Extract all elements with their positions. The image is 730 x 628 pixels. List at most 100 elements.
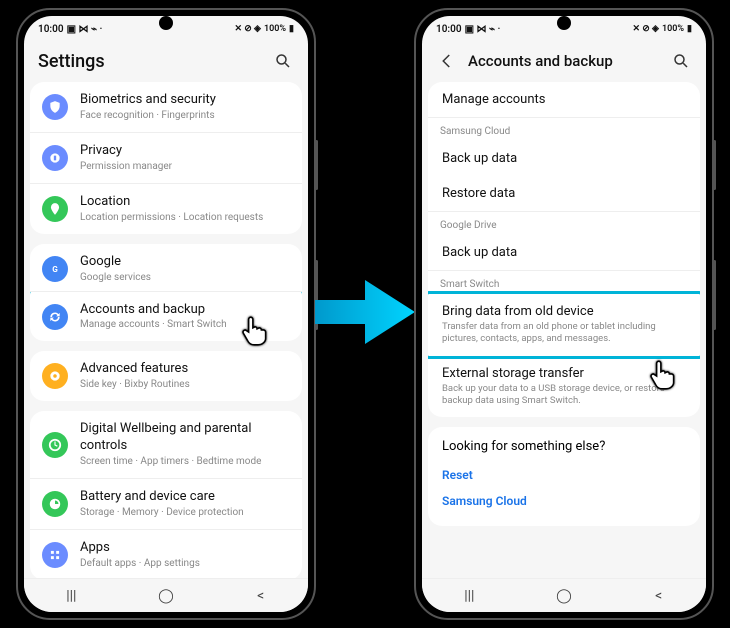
settings-row-battery-and-device-care[interactable]: Battery and device careStorage · Memory … — [30, 478, 302, 529]
search-icon — [274, 52, 292, 70]
status-time: 10:00 — [436, 24, 462, 35]
page-title: Settings — [38, 51, 262, 72]
link-reset[interactable]: Reset — [442, 462, 686, 488]
svg-text:G: G — [52, 264, 58, 274]
row-title: Advanced features — [80, 361, 290, 378]
row-title: Restore data — [442, 186, 686, 201]
apps-icon — [42, 542, 68, 568]
nav-back[interactable]: < — [241, 588, 281, 604]
row-subtitle: Location permissions · Location requests — [80, 211, 290, 224]
row-subtitle: Default apps · App settings — [80, 557, 290, 570]
nav-home[interactable]: ◯ — [544, 588, 584, 604]
row-labels: AppsDefault apps · App settings — [80, 540, 290, 570]
row-back-up-data[interactable]: Back up data — [428, 235, 700, 270]
row-title: Manage accounts — [442, 92, 686, 107]
settings-row-google[interactable]: G GoogleGoogle services — [30, 244, 302, 294]
nav-home[interactable]: ◯ — [146, 588, 186, 604]
page-title: Accounts and backup — [468, 52, 660, 70]
status-battery: 100% — [662, 24, 684, 34]
row-subtitle: Storage · Memory · Device protection — [80, 506, 290, 519]
row-subtitle: Screen time · App timers · Bedtime mode — [80, 455, 290, 468]
back-button[interactable] — [436, 50, 458, 72]
nav-back[interactable]: < — [639, 588, 679, 604]
row-subtitle: Google services — [80, 271, 290, 284]
transition-arrow-icon — [310, 272, 420, 356]
pointer-hand-icon — [646, 358, 680, 392]
link-samsung-cloud[interactable]: Samsung Cloud — [442, 488, 686, 514]
camera-notch — [557, 16, 571, 30]
pointer-hand-icon — [238, 314, 272, 348]
search-icon — [672, 52, 690, 70]
g-icon: G — [42, 256, 68, 282]
row-title: Biometrics and security — [80, 92, 290, 109]
status-icons-left: ▣ ⋈ ⌁ · — [67, 24, 103, 35]
battery-icon: ▮ — [289, 24, 294, 34]
settings-row-advanced-features[interactable]: Advanced featuresSide key · Bixby Routin… — [30, 351, 302, 401]
settings-row-biometrics-and-security[interactable]: Biometrics and securityFace recognition … — [30, 82, 302, 132]
row-labels: Advanced featuresSide key · Bixby Routin… — [80, 361, 290, 391]
row-subtitle: Face recognition · Fingerprints — [80, 109, 290, 122]
search-button[interactable] — [670, 50, 692, 72]
settings-group: Digital Wellbeing and parental controlsS… — [30, 411, 302, 578]
privacy-icon — [42, 145, 68, 171]
row-title: Location — [80, 194, 290, 211]
screen-right: 10:00▣ ⋈ ⌁ · ✕ ⊘ ◈ 100%▮ Accounts and bac… — [422, 16, 706, 612]
row-labels: Biometrics and securityFace recognition … — [80, 92, 290, 122]
row-title: Back up data — [442, 151, 686, 166]
settings-row-location[interactable]: LocationLocation permissions · Location … — [30, 183, 302, 234]
footer-links: ResetSamsung Cloud — [442, 462, 686, 514]
footer-card: Looking for something else? ResetSamsung … — [428, 427, 700, 526]
settings-row-digital-wellbeing-and-parental-controls[interactable]: Digital Wellbeing and parental controlsS… — [30, 411, 302, 478]
power-button — [713, 260, 716, 330]
row-labels: GoogleGoogle services — [80, 254, 290, 284]
row-subtitle: Side key · Bixby Routines — [80, 378, 290, 391]
row-subtitle: Permission manager — [80, 160, 290, 173]
row-title: Google — [80, 254, 290, 271]
row-title: Apps — [80, 540, 290, 557]
row-bring-data-from-old-device[interactable]: Bring data from old device Transfer data … — [428, 291, 700, 359]
nav-recent[interactable]: ||| — [449, 588, 489, 604]
dw-icon — [42, 432, 68, 458]
status-battery: 100% — [264, 24, 286, 34]
row-restore-data[interactable]: Restore data — [428, 176, 700, 211]
row-labels: Battery and device careStorage · Memory … — [80, 489, 290, 519]
settings-group: Advanced featuresSide key · Bixby Routin… — [30, 351, 302, 401]
header: Settings — [24, 42, 308, 82]
bat-icon — [42, 491, 68, 517]
settings-row-privacy[interactable]: PrivacyPermission manager — [30, 132, 302, 183]
settings-group: Biometrics and securityFace recognition … — [30, 82, 302, 234]
pin-icon — [42, 196, 68, 222]
shield-icon — [42, 94, 68, 120]
row-subtitle: Transfer data from an old phone or table… — [442, 321, 686, 346]
row-title: Battery and device care — [80, 489, 290, 506]
battery-icon: ▮ — [687, 24, 692, 34]
section-header: Google Drive — [428, 211, 700, 235]
row-title: Privacy — [80, 143, 290, 160]
search-button[interactable] — [272, 50, 294, 72]
footer-title: Looking for something else? — [442, 439, 686, 454]
nav-bar: ||| ◯ < — [422, 578, 706, 612]
chevron-left-icon — [438, 52, 456, 70]
row-title: Digital Wellbeing and parental controls — [80, 421, 290, 455]
section-header: Samsung Cloud — [428, 117, 700, 141]
header: Accounts and backup — [422, 42, 706, 82]
camera-notch — [159, 16, 173, 30]
row-labels: LocationLocation permissions · Location … — [80, 194, 290, 224]
row-labels: PrivacyPermission manager — [80, 143, 290, 173]
row-title: Bring data from old device — [442, 304, 686, 319]
status-time: 10:00 — [38, 24, 64, 35]
row-back-up-data[interactable]: Back up data — [428, 141, 700, 176]
manage-accounts-row[interactable]: Manage accounts — [428, 82, 700, 117]
phone-frame-right: 10:00▣ ⋈ ⌁ · ✕ ⊘ ◈ 100%▮ Accounts and bac… — [414, 8, 714, 620]
volume-button — [315, 140, 318, 190]
status-icons-right: ✕ ⊘ ◈ — [632, 24, 658, 34]
phone-frame-left: 10:00▣ ⋈ ⌁ · ✕ ⊘ ◈ 100%▮ Settings Biometr… — [16, 8, 316, 620]
nav-recent[interactable]: ||| — [51, 588, 91, 604]
nav-bar: ||| ◯ < — [24, 578, 308, 612]
adv-icon — [42, 363, 68, 389]
status-icons-right: ✕ ⊘ ◈ — [234, 24, 260, 34]
row-labels: Digital Wellbeing and parental controlsS… — [80, 421, 290, 468]
status-icons-left: ▣ ⋈ ⌁ · — [465, 24, 501, 35]
accounts-backup-list: Manage accounts Samsung Cloud Back up data… — [422, 82, 706, 578]
settings-row-apps[interactable]: AppsDefault apps · App settings — [30, 529, 302, 578]
